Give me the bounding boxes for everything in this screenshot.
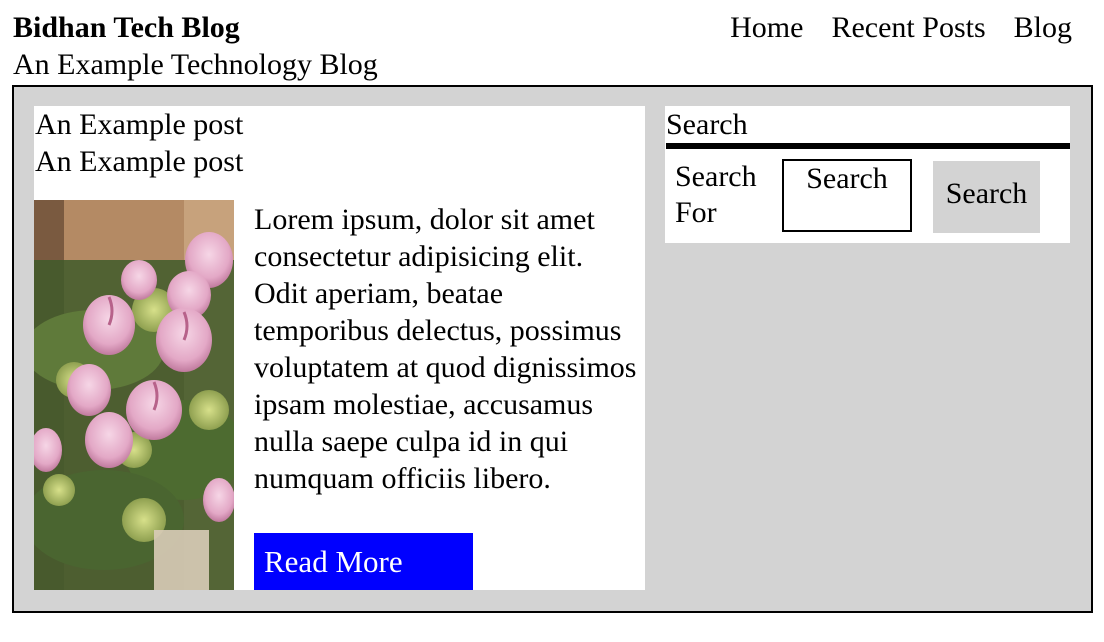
search-button[interactable]: Search (933, 161, 1040, 233)
post-title: An Example post (35, 108, 244, 141)
nav-link-home[interactable]: Home (730, 10, 803, 46)
page: Bidhan Tech Blog An Example Technology B… (0, 0, 1104, 642)
search-heading: Search (666, 106, 1070, 149)
main-nav: Home Recent Posts Blog (730, 10, 1072, 46)
site-title: Bidhan Tech Blog (13, 11, 240, 44)
nav-link-recent-posts[interactable]: Recent Posts (831, 10, 985, 46)
main-content: An Example post An Example post Lorem ip… (12, 85, 1093, 613)
roses-image (34, 200, 234, 590)
nav-link-blog[interactable]: Blog (1014, 10, 1072, 46)
site-subtitle: An Example Technology Blog (13, 48, 378, 81)
post-image (34, 200, 234, 590)
search-label: Search For (675, 160, 757, 229)
search-widget: Search Search For Search (665, 106, 1070, 243)
read-more-button[interactable]: Read More (254, 533, 473, 590)
search-input[interactable] (782, 159, 912, 232)
post-subtitle: An Example post (35, 145, 244, 178)
post-body: Lorem ipsum, dolor sit amet consectetur … (254, 203, 637, 495)
post-card: An Example post An Example post Lorem ip… (34, 106, 645, 590)
